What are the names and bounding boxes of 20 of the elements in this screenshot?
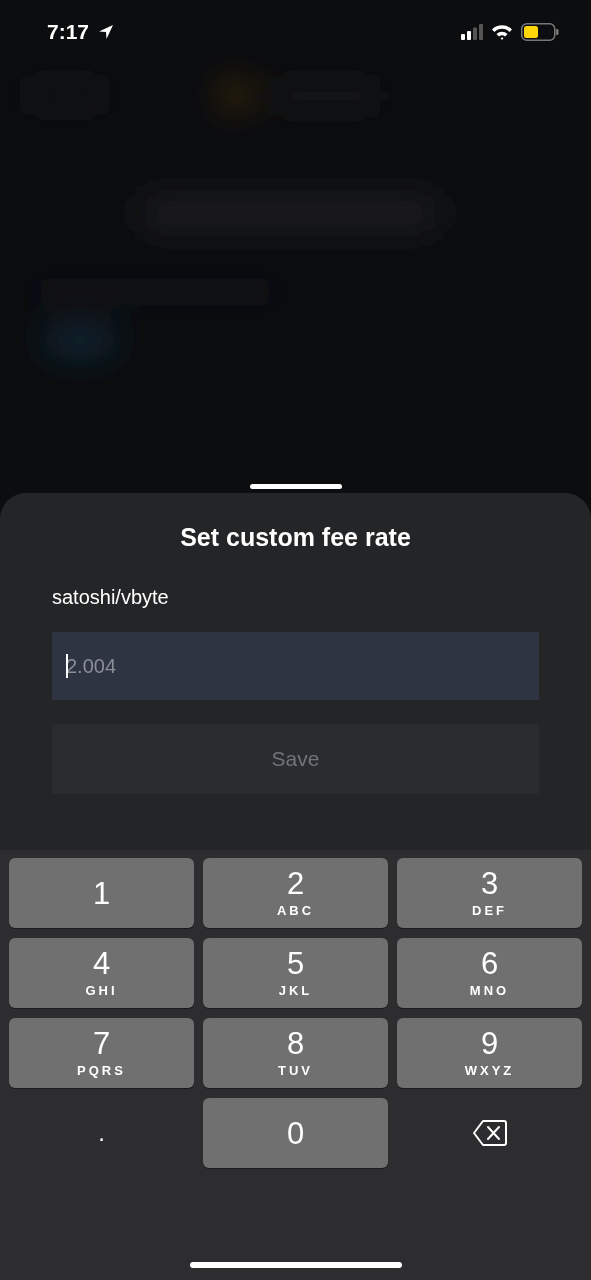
backspace-icon[interactable] xyxy=(471,1119,508,1147)
signal-icon xyxy=(461,24,483,40)
keypad-key[interactable]: 2 ABC xyxy=(203,858,388,928)
keypad-key[interactable]: 7 PQRS xyxy=(9,1018,194,1088)
keypad-key[interactable]: 4 GHI xyxy=(9,938,194,1008)
sheet-title: Set custom fee rate xyxy=(179,523,412,552)
keypad-key[interactable]: 9 WXYZ xyxy=(397,1018,582,1088)
keypad-key[interactable]: 0 xyxy=(203,1098,388,1168)
unit-label: satoshi/vbyte xyxy=(52,586,170,609)
decimal-key[interactable]: . xyxy=(9,1098,194,1168)
keypad-key[interactable]: 5 JKL xyxy=(203,938,388,1008)
wifi-icon xyxy=(491,24,513,40)
fee-rate-field[interactable]: 2.004 xyxy=(52,632,539,700)
keypad-key[interactable]: 1 xyxy=(9,858,194,928)
keypad-key[interactable]: 8 TUV xyxy=(203,1018,388,1088)
status-time: 7:17 xyxy=(47,20,90,44)
battery-icon xyxy=(521,23,559,41)
location-arrow-icon xyxy=(97,23,116,41)
keypad-key[interactable]: 3 DEF xyxy=(397,858,582,928)
keypad-key[interactable]: 6 MNO xyxy=(397,938,582,1008)
